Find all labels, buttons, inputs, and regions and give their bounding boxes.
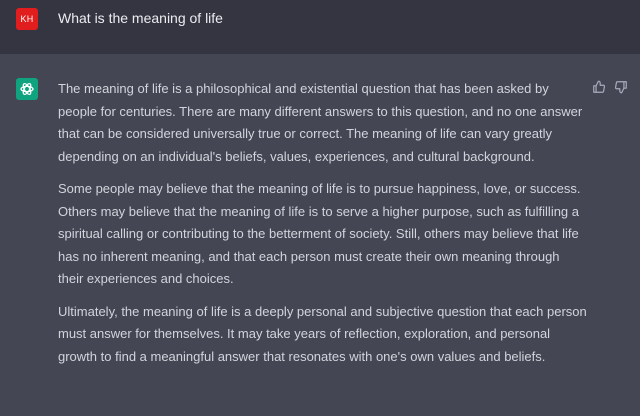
openai-logo-icon: [20, 82, 34, 96]
thumbs-down-icon[interactable]: [614, 80, 628, 94]
answer-paragraph: Ultimately, the meaning of life is a dee…: [58, 303, 587, 364]
thumbs-up-icon[interactable]: [592, 80, 606, 94]
assistant-avatar: [16, 78, 38, 100]
assistant-answer: The meaning of life is a philosophical a…: [58, 78, 588, 378]
answer-paragraph: Some people may believe that the meaning…: [58, 181, 581, 286]
user-message-row: KH What is the meaning of life: [0, 0, 640, 54]
user-avatar: KH: [16, 8, 38, 30]
user-message-text: What is the meaning of life: [58, 10, 223, 26]
assistant-message-row: The meaning of life is a philosophical a…: [0, 54, 640, 416]
answer-paragraph: The meaning of life is a philosophical a…: [58, 81, 583, 164]
